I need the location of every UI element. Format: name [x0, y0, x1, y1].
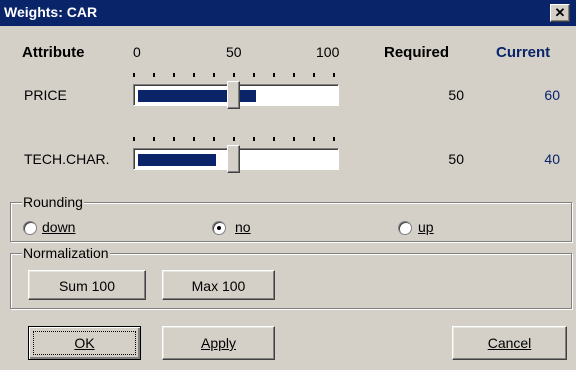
- price-label: PRICE: [24, 87, 67, 103]
- apply-label: Apply: [200, 335, 237, 351]
- rounding-down-radio[interactable]: [23, 221, 37, 235]
- price-current-value: 60: [544, 87, 560, 103]
- tech-char-label: TECH.CHAR.: [24, 151, 110, 167]
- tech-current-bar: [138, 154, 216, 166]
- tech-current-value: 40: [544, 151, 560, 167]
- cancel-button[interactable]: Cancel: [452, 326, 567, 360]
- scale-max-label: 100: [316, 44, 340, 60]
- price-required-value: 50: [448, 87, 464, 103]
- rounding-group: [10, 202, 572, 242]
- rounding-no-radio[interactable]: [212, 221, 226, 235]
- ok-button[interactable]: OK: [28, 326, 141, 360]
- rounding-up-radio[interactable]: [398, 221, 412, 235]
- apply-button[interactable]: Apply: [162, 326, 275, 360]
- attribute-header: Attribute: [22, 44, 85, 61]
- current-header: Current: [496, 44, 551, 61]
- tech-slider-ticks: [133, 134, 337, 144]
- cancel-label: Cancel: [487, 335, 532, 351]
- sum-100-button[interactable]: Sum 100: [28, 270, 146, 300]
- rounding-down-label[interactable]: down: [42, 219, 75, 235]
- close-button[interactable]: ✕: [550, 4, 570, 22]
- normalization-group-label: Normalization: [22, 245, 110, 261]
- window-title: Weights: CAR: [4, 4, 98, 20]
- title-bar: Weights: CAR ✕: [0, 0, 576, 26]
- rounding-no-label[interactable]: no: [235, 219, 251, 235]
- required-header: Required: [384, 44, 450, 61]
- close-icon: ✕: [554, 5, 566, 20]
- price-slider-thumb[interactable]: [227, 81, 240, 109]
- scale-mid-label: 50: [226, 44, 242, 60]
- sum-100-label: Sum 100: [58, 278, 116, 294]
- rounding-group-label: Rounding: [22, 194, 84, 210]
- scale-min-label: 0: [133, 44, 141, 60]
- max-100-label: Max 100: [191, 278, 246, 294]
- tech-required-value: 50: [448, 151, 464, 167]
- max-100-button[interactable]: Max 100: [162, 270, 275, 300]
- tech-slider-thumb[interactable]: [227, 145, 240, 173]
- price-slider-ticks: [133, 70, 337, 80]
- rounding-up-label[interactable]: up: [418, 219, 434, 235]
- ok-focus-rect: [33, 331, 136, 355]
